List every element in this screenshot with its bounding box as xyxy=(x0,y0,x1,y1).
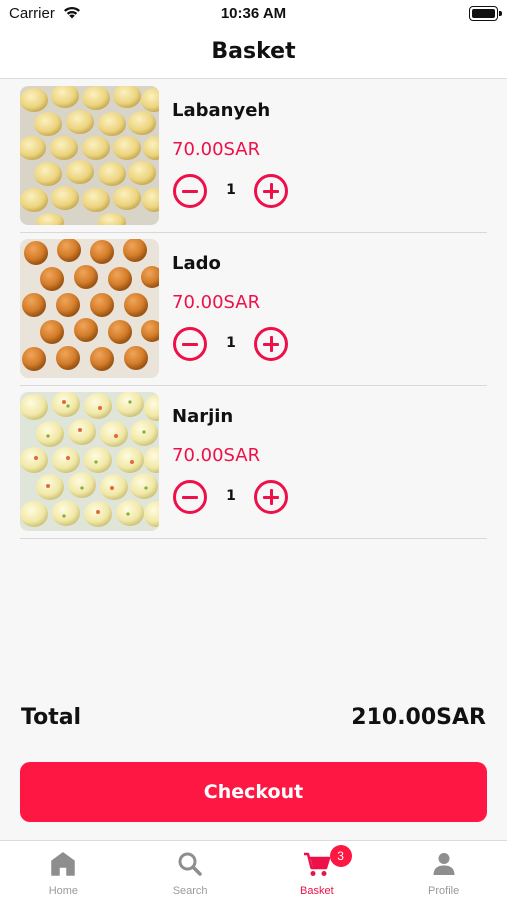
tab-label: Search xyxy=(172,885,208,897)
total-value: 210.00SAR xyxy=(351,705,486,730)
tab-search[interactable]: Search xyxy=(127,841,254,900)
basket-item-narjin: Narjin 70.00SAR 1 xyxy=(20,386,487,539)
tab-home[interactable]: Home xyxy=(0,841,127,900)
increase-quantity-button[interactable] xyxy=(254,174,288,208)
increase-quantity-button[interactable] xyxy=(254,480,288,514)
item-name: Labanyeh xyxy=(172,100,271,121)
item-quantity: 1 xyxy=(226,335,236,351)
item-quantity: 1 xyxy=(226,488,236,504)
increase-quantity-button[interactable] xyxy=(254,327,288,361)
status-bar: Carrier 10:36 AM xyxy=(0,0,507,30)
navigation-bar: Basket xyxy=(0,30,507,79)
checkout-button[interactable]: Checkout xyxy=(20,762,487,822)
decrease-quantity-button[interactable] xyxy=(173,327,207,361)
item-name: Lado xyxy=(172,253,221,274)
total-label: Total xyxy=(21,705,82,730)
tab-label: Basket xyxy=(300,885,334,897)
tab-label: Home xyxy=(48,885,79,897)
decrease-quantity-button[interactable] xyxy=(173,480,207,514)
search-icon xyxy=(178,852,202,876)
product-image-narjin xyxy=(20,392,159,531)
item-price: 70.00SAR xyxy=(172,445,261,466)
page-title: Basket xyxy=(211,39,296,64)
person-icon xyxy=(433,853,455,875)
home-icon xyxy=(51,852,76,876)
item-price: 70.00SAR xyxy=(172,139,261,160)
tab-label: Profile xyxy=(428,885,460,897)
item-name: Narjin xyxy=(172,406,234,427)
item-price: 70.00SAR xyxy=(172,292,261,313)
item-quantity: 1 xyxy=(226,182,236,198)
basket-item-lado: Lado 70.00SAR 1 xyxy=(20,233,487,386)
basket-item-labanyeh: Labanyeh 70.00SAR 1 xyxy=(20,80,487,233)
tab-bar: Home Search 3 Basket Profile xyxy=(0,840,507,900)
product-image-lado xyxy=(20,239,159,378)
battery-icon xyxy=(469,6,502,21)
tab-profile[interactable]: Profile xyxy=(380,841,507,900)
cart-icon xyxy=(303,852,331,876)
status-time: 10:36 AM xyxy=(220,5,287,22)
decrease-quantity-button[interactable] xyxy=(173,174,207,208)
basket-list: Labanyeh 70.00SAR 1 Lado 70.00SAR 1 Narj… xyxy=(0,80,507,539)
product-image-labanyeh xyxy=(20,86,159,225)
cart-count-badge: 3 xyxy=(329,845,352,867)
tab-basket[interactable]: 3 Basket xyxy=(254,841,381,900)
